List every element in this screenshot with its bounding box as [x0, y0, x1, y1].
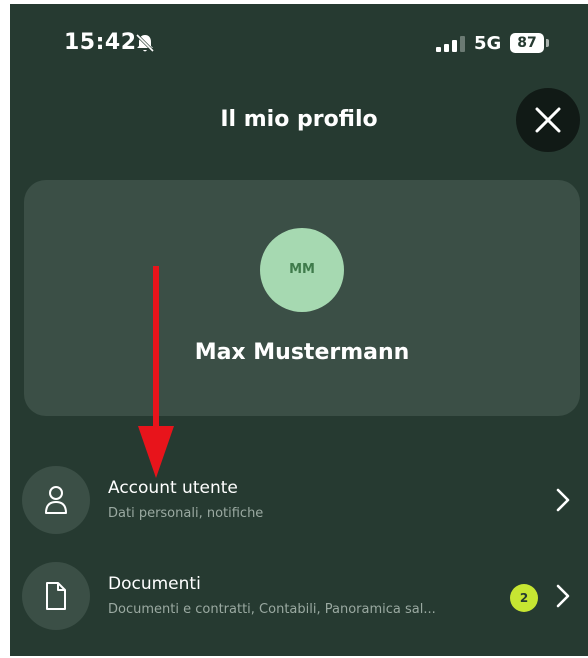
battery-tip — [546, 39, 549, 47]
menu-item-subtitle: Documenti e contratti, Contabili, Panora… — [108, 602, 436, 617]
menu-item-account[interactable]: Account utente Dati personali, notifiche — [10, 466, 588, 546]
app-screen: 15:42 5G 87 Il mio profilo MM Max Muster… — [10, 4, 588, 656]
network-label: 5G — [474, 33, 502, 54]
user-icon-circle — [22, 466, 90, 534]
status-time: 15:42 — [64, 30, 137, 55]
menu-item-documents[interactable]: Documenti Documenti e contratti, Contabi… — [10, 562, 588, 642]
signal-icon — [436, 36, 465, 52]
chevron-right-icon — [556, 488, 570, 512]
document-icon-circle — [22, 562, 90, 630]
menu-item-subtitle: Dati personali, notifiche — [108, 506, 264, 521]
chevron-right-icon — [556, 584, 570, 608]
close-button[interactable] — [516, 88, 580, 152]
profile-card: MM Max Mustermann — [24, 180, 580, 416]
bell-muted-icon — [135, 33, 155, 53]
notification-badge: 2 — [510, 584, 538, 612]
user-icon — [45, 486, 67, 514]
annotation-arrow — [138, 266, 174, 478]
document-icon — [46, 582, 66, 610]
profile-name: Max Mustermann — [194, 340, 410, 365]
menu-item-title: Documenti — [108, 574, 201, 594]
avatar: MM — [260, 228, 344, 312]
menu-item-title: Account utente — [108, 478, 238, 498]
battery-indicator: 87 — [510, 33, 544, 53]
close-icon — [535, 107, 561, 133]
page-title: Il mio profilo — [220, 107, 378, 132]
